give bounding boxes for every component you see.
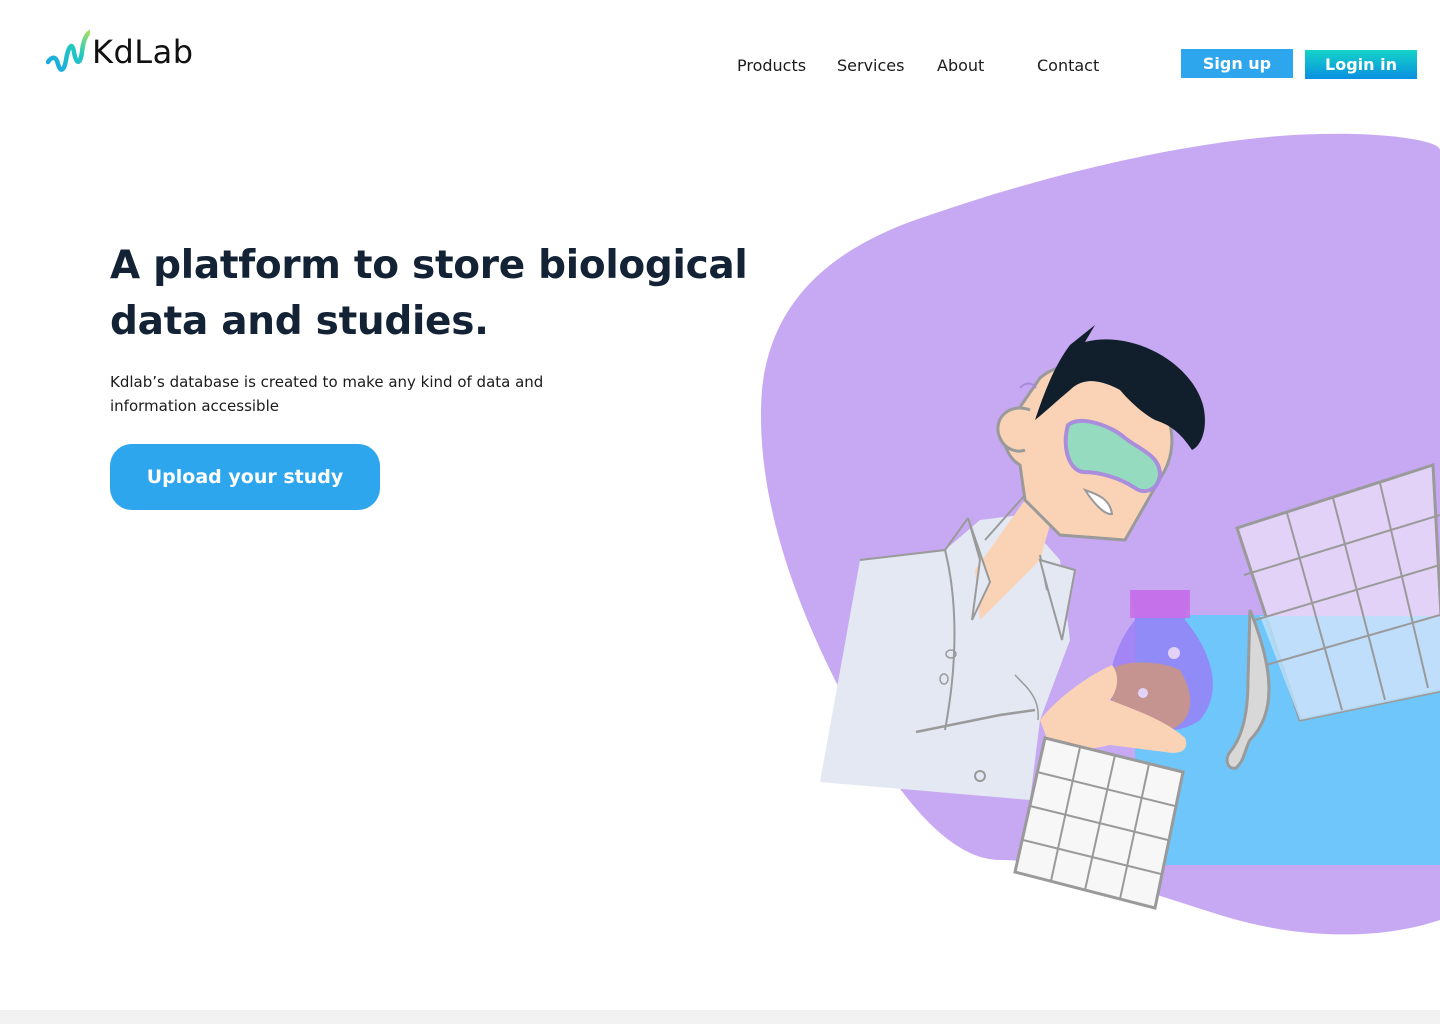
hero-subtitle: Kdlab’s database is created to make any … <box>110 373 544 415</box>
sign-up-button[interactable]: Sign up <box>1181 49 1293 78</box>
scientist-illustration <box>760 133 1440 935</box>
wave-icon <box>46 29 90 72</box>
login-button[interactable]: Login in <box>1305 50 1417 79</box>
landing-page: KdLab Products Services About Contact Si… <box>0 0 1440 1024</box>
logo-text: KdLab <box>92 33 194 71</box>
hero-title: A platform to store biological data and … <box>110 243 748 344</box>
logo[interactable]: KdLab <box>46 26 194 78</box>
nav-contact[interactable]: Contact <box>1037 56 1099 75</box>
upload-study-button[interactable]: Upload your study <box>110 444 380 510</box>
footer-strip <box>0 1010 1440 1024</box>
nav-products[interactable]: Products <box>737 56 806 75</box>
nav-services[interactable]: Services <box>837 56 904 75</box>
nav-about[interactable]: About <box>937 56 984 75</box>
